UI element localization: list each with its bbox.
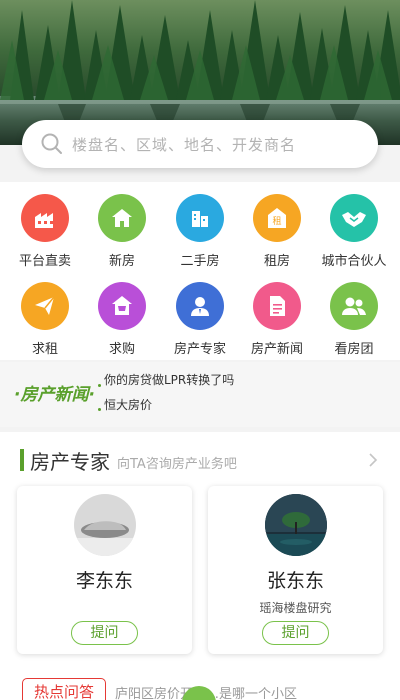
- avatar: [264, 494, 327, 556]
- section-subtitle: 向TA咨询房产业务吧: [117, 457, 237, 472]
- news-headline[interactable]: 恒大房价: [104, 396, 152, 413]
- grid-item-city-partner[interactable]: 城市合伙人: [315, 194, 393, 269]
- grid-label: 房产专家: [173, 342, 226, 357]
- ask-button[interactable]: 提问: [71, 621, 138, 645]
- expert-desc: 瑶海楼盘研究: [259, 601, 332, 615]
- search-icon: [41, 133, 62, 154]
- document-icon: [253, 282, 301, 330]
- grid-item-seek-rent[interactable]: 求租: [6, 282, 84, 357]
- grid-label: 二手房: [180, 254, 220, 269]
- group-icon: [330, 282, 378, 330]
- search-placeholder[interactable]: 楼盘名、区域、地名、开发商名: [72, 134, 296, 155]
- news-headline[interactable]: 你的房贷做LPR转换了吗: [104, 371, 234, 388]
- grid-label: 平台直卖: [18, 254, 71, 269]
- bullet-dot: [98, 384, 101, 387]
- grid-item-rent[interactable]: 租 租房: [238, 194, 316, 269]
- grid-label: 房产新闻: [250, 342, 303, 357]
- expert-icon: [176, 282, 224, 330]
- section-accent-bar: [20, 449, 24, 471]
- section-title: 房产专家: [30, 450, 110, 474]
- grid-item-platform-direct[interactable]: 平台直卖: [6, 194, 84, 269]
- category-grid: 平台直卖 新房 二手房 租 租房 城市合伙人 求租 求购 房产专家 房产新闻 看…: [0, 182, 400, 360]
- expert-card[interactable]: 李东东 提问: [17, 486, 192, 654]
- grid-item-new-house[interactable]: 新房: [83, 194, 161, 269]
- expert-card[interactable]: 张东东 瑶海楼盘研究 提问: [208, 486, 383, 654]
- grid-label: 求购: [108, 342, 135, 357]
- expert-name: 李东东: [75, 570, 133, 592]
- grid-item-second-hand[interactable]: 二手房: [161, 194, 239, 269]
- avatar: [73, 494, 136, 556]
- house-icon: [98, 194, 146, 242]
- expert-name: 张东东: [266, 570, 324, 592]
- grid-label: 求租: [31, 342, 58, 357]
- handshake-icon: [330, 194, 378, 242]
- factory-icon: [21, 194, 69, 242]
- hot-qa-badge[interactable]: 热点问答: [22, 678, 106, 700]
- bullet-dot: [98, 408, 101, 411]
- grid-item-expert[interactable]: 房产专家: [161, 282, 239, 357]
- grid-label: 城市合伙人: [321, 254, 387, 269]
- buildings-icon: [176, 194, 224, 242]
- news-ticker[interactable]: ·房产新闻· 你的房贷做LPR转换了吗 恒大房价: [0, 362, 400, 427]
- grid-label: 新房: [108, 254, 135, 269]
- svg-text:租: 租: [272, 216, 281, 227]
- grid-label: 租房: [263, 254, 290, 269]
- grid-item-news[interactable]: 房产新闻: [238, 282, 316, 357]
- grid-label: 看房团: [334, 342, 374, 357]
- hot-qa-bar[interactable]: 热点问答 庐阳区房价开发…是哪一个小区: [0, 672, 400, 700]
- search-bar[interactable]: 楼盘名、区域、地名、开发商名: [22, 120, 378, 168]
- expert-desc: [17, 599, 192, 615]
- grid-item-seek-buy[interactable]: 求购: [83, 282, 161, 357]
- chevron-right-icon[interactable]: [368, 452, 378, 468]
- news-logo: ·房产新闻·: [14, 385, 95, 405]
- experts-section: 房产专家 向TA咨询房产业务吧 李东东 提问 张东东 瑶海楼盘研究 提问: [0, 432, 400, 672]
- paper-plane-icon: [21, 282, 69, 330]
- ask-button[interactable]: 提问: [262, 621, 329, 645]
- grid-item-viewing-group[interactable]: 看房团: [315, 282, 393, 357]
- rent-house-icon: 租: [253, 194, 301, 242]
- shop-house-icon: [98, 282, 146, 330]
